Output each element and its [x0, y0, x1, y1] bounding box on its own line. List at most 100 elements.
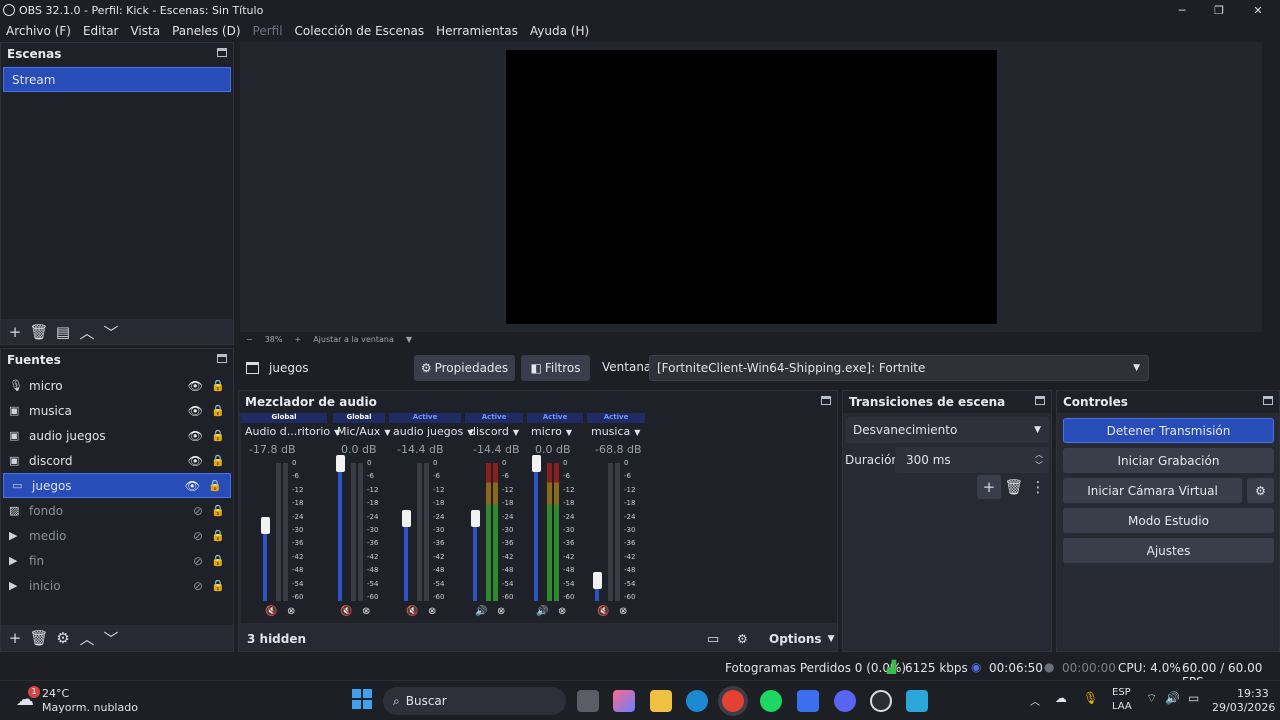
undock-icon[interactable] — [821, 396, 831, 405]
chevron-up-icon[interactable]: ︿ — [75, 320, 99, 344]
discord-icon[interactable] — [834, 690, 856, 712]
menu-docks[interactable]: Paneles (D) — [166, 24, 246, 38]
monitor-icon[interactable]: ⊗ — [497, 606, 505, 617]
channel-name[interactable]: Audio d...ritorio ▼ — [245, 425, 340, 438]
source-item[interactable]: ▭ juegos 👁 🔒 — [3, 473, 231, 498]
trash-icon[interactable]: 🗑 — [1002, 475, 1026, 499]
volume-slider-handle[interactable] — [592, 572, 602, 590]
volume-slider-handle[interactable] — [260, 517, 270, 535]
clock-time[interactable]: 19:33 — [1237, 687, 1269, 700]
file-explorer-icon[interactable] — [650, 690, 672, 712]
eye-icon[interactable]: 👁 — [188, 404, 203, 418]
lock-icon[interactable]: 🔒 — [211, 504, 225, 517]
battery-icon[interactable]: ▭ — [1188, 691, 1199, 705]
stop-stream-button[interactable]: Detener Transmisión — [1063, 418, 1274, 443]
volume-slider-handle[interactable] — [531, 455, 541, 472]
eye-off-icon[interactable]: ⊘ — [193, 504, 203, 518]
menu-help[interactable]: Ayuda (H) — [524, 24, 595, 38]
zoom-out-button[interactable]: − — [246, 335, 253, 344]
channel-name[interactable]: discord ▼ — [469, 425, 519, 438]
gear-icon[interactable]: ⚙ — [1247, 478, 1274, 503]
filters-button[interactable]: ◧ Filtros — [521, 355, 590, 381]
channel-name[interactable]: Mic/Aux ▼ — [337, 425, 390, 438]
eye-off-icon[interactable]: ⊘ — [193, 529, 203, 543]
monitor-icon[interactable]: ⊗ — [428, 606, 436, 617]
volume-slider-handle[interactable] — [470, 510, 480, 528]
fortnite-icon[interactable] — [906, 690, 928, 712]
chevron-down-icon[interactable]: ﹀ — [99, 626, 123, 650]
monitor-icon[interactable]: ⊗ — [362, 606, 370, 617]
filter-icon[interactable]: ▤ — [51, 320, 75, 344]
duration-input[interactable]: 300 ms ︿ ﹀ — [895, 447, 1049, 473]
mute-icon[interactable]: 🔇 — [406, 606, 418, 617]
source-item[interactable]: ▶ fin ⊘ 🔒 — [1, 548, 233, 573]
channel-name[interactable]: musica ▼ — [591, 425, 640, 438]
eye-off-icon[interactable]: ⊘ — [193, 554, 203, 568]
spotify-icon[interactable] — [760, 690, 782, 712]
volume-track[interactable] — [404, 518, 408, 601]
source-item[interactable]: ▣ discord 👁 🔒 — [1, 448, 233, 473]
lock-icon[interactable]: 🔒 — [211, 379, 225, 392]
zoom-in-button[interactable]: + — [294, 335, 301, 344]
clock-date[interactable]: 29/03/2026 — [1212, 701, 1275, 714]
copilot-icon[interactable] — [613, 690, 635, 712]
eye-icon[interactable]: 👁 — [188, 454, 203, 468]
properties-button[interactable]: ⚙ Propiedades — [414, 355, 515, 381]
scene-item-stream[interactable]: Stream — [3, 67, 231, 92]
lang-2[interactable]: LAA — [1112, 701, 1132, 712]
lang-1[interactable]: ESP — [1112, 687, 1131, 698]
menu-edit[interactable]: Editar — [77, 24, 125, 38]
lock-icon[interactable]: 🔒 — [211, 404, 225, 417]
taskbar-search[interactable]: ⌕ Buscar — [383, 687, 566, 715]
obs-icon[interactable] — [870, 690, 892, 712]
menu-file[interactable]: Archivo (F) — [0, 24, 77, 38]
volume-icon[interactable]: 🔊 — [1165, 691, 1180, 705]
preview-canvas[interactable] — [506, 50, 997, 324]
mic-icon[interactable]: 🎙 — [1083, 691, 1098, 705]
source-item[interactable]: ▣ musica 👁 🔒 — [1, 398, 233, 423]
monitor-icon[interactable]: ⊗ — [287, 606, 295, 617]
task-view-icon[interactable] — [577, 690, 599, 712]
start-recording-button[interactable]: Iniciar Grabación — [1063, 448, 1274, 473]
chevron-down-icon[interactable]: ﹀ — [99, 320, 123, 344]
close-button[interactable]: ✕ — [1240, 0, 1276, 20]
source-item[interactable]: ▶ medio ⊘ 🔒 — [1, 523, 233, 548]
options-button[interactable]: Options ▼ — [761, 629, 837, 649]
volume-track[interactable] — [263, 525, 267, 601]
eye-icon[interactable]: 👁 — [188, 379, 203, 393]
monitor-icon[interactable]: ⊗ — [558, 606, 566, 617]
volume-track[interactable] — [473, 518, 477, 601]
more-icon[interactable]: ⋮ — [1026, 475, 1050, 499]
speaker-icon[interactable]: 🔊 — [536, 606, 548, 617]
eye-off-icon[interactable]: ⊘ — [193, 579, 203, 593]
windows-start-icon[interactable] — [352, 689, 372, 709]
undock-icon[interactable] — [1263, 396, 1273, 405]
wifi-icon[interactable]: ⌔ — [1146, 691, 1157, 706]
chrome-icon[interactable] — [722, 690, 744, 712]
volume-track[interactable] — [534, 463, 538, 601]
layout-icon[interactable]: ▭ — [707, 632, 719, 647]
menu-profile[interactable]: Perfil — [247, 24, 289, 38]
monitor-icon[interactable]: ⊗ — [619, 606, 627, 617]
roblox-icon[interactable] — [797, 690, 819, 712]
lock-icon[interactable]: 🔒 — [211, 529, 225, 542]
source-item[interactable]: 🎙 micro 👁 🔒 — [1, 373, 233, 398]
studio-mode-button[interactable]: Modo Estudio — [1063, 508, 1274, 533]
menu-tools[interactable]: Herramientas — [430, 24, 524, 38]
undock-icon[interactable] — [217, 48, 227, 57]
volume-slider-handle[interactable] — [401, 510, 411, 528]
speaker-icon[interactable]: 🔊 — [475, 606, 487, 617]
volume-track[interactable] — [338, 463, 342, 601]
menu-scene-collection[interactable]: Colección de Escenas — [289, 24, 431, 38]
add-icon[interactable]: + — [3, 626, 27, 650]
lock-icon[interactable]: 🔒 — [208, 479, 222, 492]
volume-slider-handle[interactable] — [335, 455, 345, 472]
chevron-down-icon[interactable]: ▼ — [406, 335, 412, 344]
channel-name[interactable]: audio juegos ▼ — [393, 425, 473, 438]
settings-icon[interactable]: ⚙ — [737, 632, 748, 646]
mute-icon[interactable]: 🔇 — [340, 606, 352, 617]
mute-icon[interactable]: 🔇 — [597, 606, 609, 617]
fit-window-label[interactable]: Ajustar a la ventana — [313, 335, 394, 344]
source-item[interactable]: ▣ audio juegos 👁 🔒 — [1, 423, 233, 448]
source-item[interactable]: ▶ inicio ⊘ 🔒 — [1, 573, 233, 598]
